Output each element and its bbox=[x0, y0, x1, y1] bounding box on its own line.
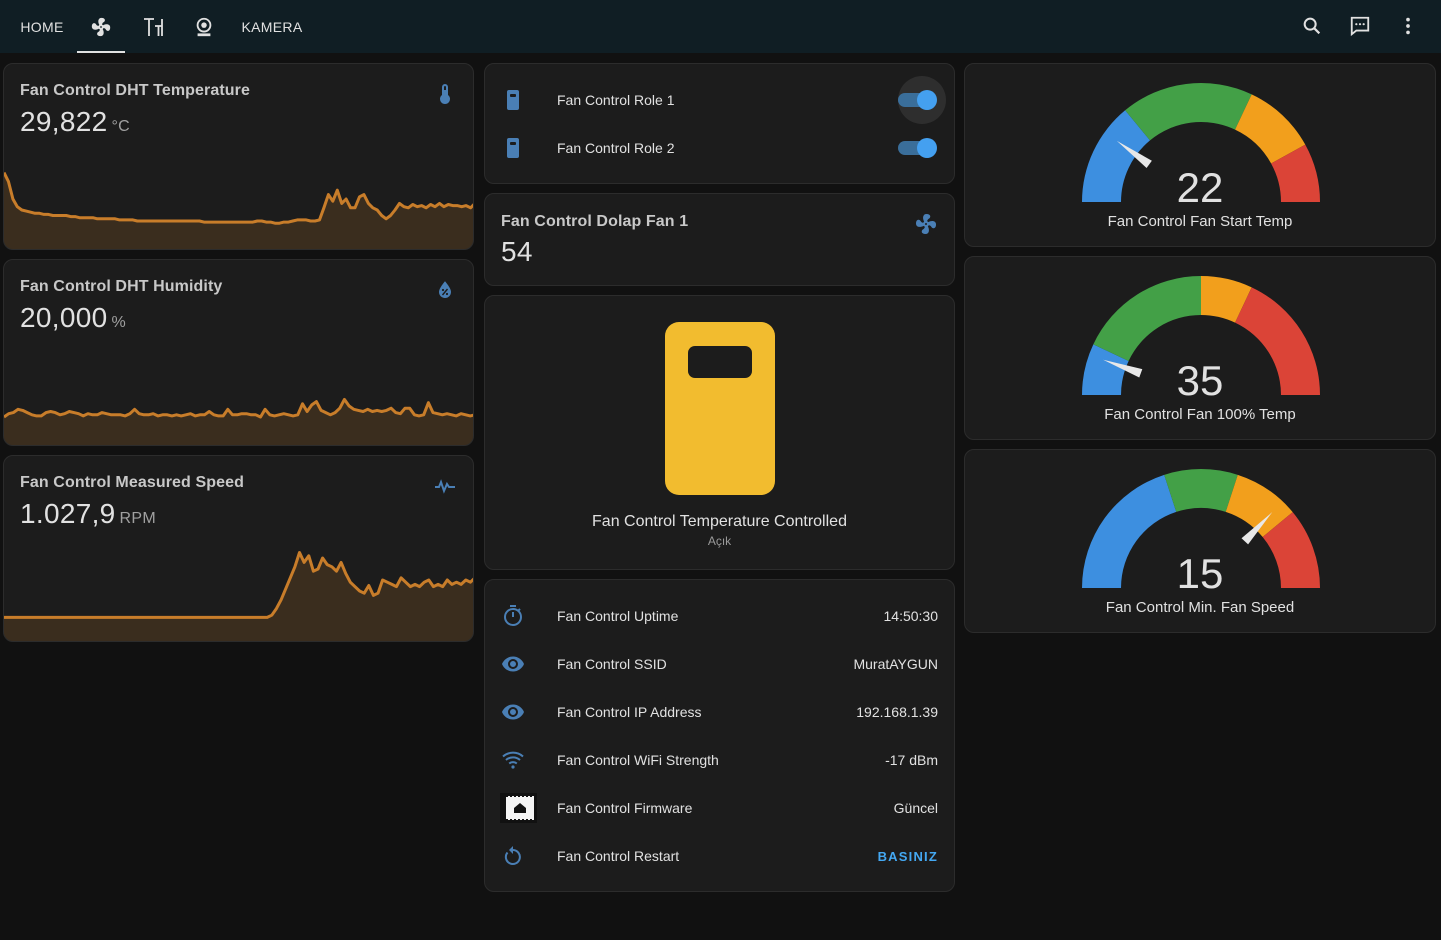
graph-area bbox=[4, 552, 473, 641]
row-uptime[interactable]: Fan Control Uptime 14:50:30 bbox=[501, 596, 938, 636]
relay-icon bbox=[665, 322, 775, 495]
message-icon bbox=[1350, 16, 1370, 37]
tab-kamera[interactable]: KAMERA bbox=[232, 0, 312, 53]
role-2-toggle[interactable] bbox=[898, 138, 937, 158]
row-label: Fan Control SSID bbox=[557, 656, 667, 672]
row-label: Fan Control WiFi Strength bbox=[557, 752, 719, 768]
fan-sensor-card[interactable]: Fan Control Dolap Fan 1 54 bbox=[484, 193, 955, 286]
row-ip-address[interactable]: Fan Control IP Address 192.168.1.39 bbox=[501, 692, 938, 732]
row-label: Fan Control IP Address bbox=[557, 704, 702, 720]
toggle-knob bbox=[917, 90, 937, 110]
gauge-name: Fan Control Fan Start Temp bbox=[1107, 213, 1293, 230]
row-ssid[interactable]: Fan Control SSID MuratAYGUN bbox=[501, 644, 938, 684]
row-restart[interactable]: Fan Control Restart BASINIZ bbox=[501, 836, 938, 876]
tab-home[interactable]: HOME bbox=[0, 0, 84, 53]
switch-label: Fan Control Role 1 bbox=[557, 92, 675, 108]
eye-icon bbox=[502, 704, 524, 720]
search-button[interactable] bbox=[1299, 13, 1325, 39]
temperature-history-graph bbox=[4, 171, 473, 249]
gauge-value: 22 bbox=[1176, 164, 1224, 211]
tab-kamera-label: KAMERA bbox=[241, 18, 303, 35]
sensor-value: 1.027,9 RPM bbox=[20, 498, 156, 530]
row-label: Fan Control Uptime bbox=[557, 608, 679, 624]
restart-icon bbox=[504, 846, 521, 865]
gauge-segment bbox=[1093, 276, 1201, 361]
entity-state: Açık bbox=[707, 534, 732, 548]
gauge-value: 35 bbox=[1176, 357, 1224, 404]
sensor-name: Fan Control DHT Temperature bbox=[20, 82, 250, 99]
sensor-unit: °C bbox=[111, 118, 131, 135]
more-menu-button[interactable] bbox=[1395, 13, 1421, 39]
sensor-value-number: 20,000 bbox=[20, 302, 108, 333]
speed-history-graph bbox=[4, 551, 473, 641]
restart-press-button[interactable]: BASINIZ bbox=[878, 849, 938, 864]
row-wifi-strength[interactable]: Fan Control WiFi Strength -17 dBm bbox=[501, 740, 938, 780]
sensor-card-measured-speed[interactable]: Fan Control Measured Speed 1.027,9 RPM bbox=[3, 455, 474, 642]
more-vertical-icon bbox=[1406, 17, 1410, 35]
text-tool-icon bbox=[144, 17, 163, 36]
tab-text-tool[interactable] bbox=[129, 0, 177, 53]
row-value: 14:50:30 bbox=[883, 608, 939, 624]
row-value: MuratAYGUN bbox=[853, 656, 938, 672]
eye-icon bbox=[502, 656, 524, 672]
top-app-bar: HOME KAMERA bbox=[0, 0, 1441, 53]
timer-icon bbox=[504, 605, 522, 626]
gauge-value: 15 bbox=[1176, 550, 1224, 597]
fan-icon bbox=[91, 17, 111, 36]
entity-name: Fan Control Temperature Controlled bbox=[592, 513, 847, 530]
assist-button[interactable] bbox=[1347, 13, 1373, 39]
sensor-value: 20,000% bbox=[20, 302, 126, 334]
gauge-segment bbox=[1164, 469, 1238, 512]
sensor-name: Fan Control Dolap Fan 1 bbox=[501, 213, 689, 230]
row-value: 192.168.1.39 bbox=[856, 704, 938, 720]
sensor-unit: % bbox=[111, 314, 126, 331]
tab-home-label: HOME bbox=[20, 18, 64, 35]
row-value: -17 dBm bbox=[885, 752, 938, 768]
switch-row-role-1[interactable]: Fan Control Role 1 bbox=[501, 76, 946, 124]
row-firmware[interactable]: Fan Control Firmware Güncel bbox=[500, 788, 938, 828]
water-percent-icon bbox=[439, 281, 451, 298]
row-value: Güncel bbox=[893, 800, 938, 816]
search-icon bbox=[1303, 17, 1321, 35]
switch-label: Fan Control Role 2 bbox=[557, 140, 675, 156]
firmware-icon bbox=[500, 793, 537, 823]
sensor-unit: RPM bbox=[119, 510, 156, 527]
webcam-icon bbox=[196, 17, 212, 36]
wifi-icon bbox=[502, 751, 524, 769]
entity-button-card[interactable]: Fan Control Temperature Controlled Açık bbox=[484, 295, 955, 570]
relay-icon bbox=[507, 90, 519, 110]
graph-area bbox=[4, 172, 473, 249]
gauge-card-min-fan-speed[interactable]: 15 Fan Control Min. Fan Speed bbox=[964, 449, 1436, 633]
fan-icon bbox=[916, 214, 937, 234]
row-label: Fan Control Firmware bbox=[557, 800, 693, 816]
sensor-name: Fan Control Measured Speed bbox=[20, 474, 244, 491]
graph-area bbox=[4, 399, 473, 445]
sensor-card-humidity[interactable]: Fan Control DHT Humidity 20,000% bbox=[3, 259, 474, 446]
gauge-segment bbox=[1125, 82, 1252, 141]
switch-row-role-2[interactable]: Fan Control Role 2 bbox=[501, 128, 938, 168]
gauge-card-fan-start-temp[interactable]: 22 Fan Control Fan Start Temp bbox=[964, 63, 1436, 247]
sensor-name: Fan Control DHT Humidity bbox=[20, 278, 223, 295]
diagnostics-entities-card: Fan Control Uptime 14:50:30 Fan Control … bbox=[484, 579, 955, 892]
tab-webcam[interactable] bbox=[180, 0, 228, 53]
toggle-knob bbox=[917, 138, 937, 158]
sensor-value: 29,822 °C bbox=[20, 106, 130, 138]
sensor-value: 54 bbox=[501, 236, 533, 267]
relay-icon bbox=[507, 138, 519, 158]
gauge-name: Fan Control Fan 100% Temp bbox=[1104, 406, 1296, 423]
gauge-card-fan-100-temp[interactable]: 35 Fan Control Fan 100% Temp bbox=[964, 256, 1436, 440]
pulse-icon bbox=[435, 479, 455, 494]
switches-card: Fan Control Role 1 Fan Control Role 2 bbox=[484, 63, 955, 184]
tab-fan[interactable] bbox=[77, 0, 125, 53]
sensor-card-temperature[interactable]: Fan Control DHT Temperature 29,822 °C bbox=[3, 63, 474, 250]
gauge-name: Fan Control Min. Fan Speed bbox=[1105, 599, 1295, 616]
thermometer-icon bbox=[440, 84, 450, 104]
humidity-history-graph bbox=[4, 397, 473, 445]
sensor-value-number: 1.027,9 bbox=[20, 498, 116, 529]
row-label: Fan Control Restart bbox=[557, 848, 680, 864]
sensor-value-number: 29,822 bbox=[20, 106, 108, 137]
role-1-toggle[interactable] bbox=[898, 90, 937, 110]
